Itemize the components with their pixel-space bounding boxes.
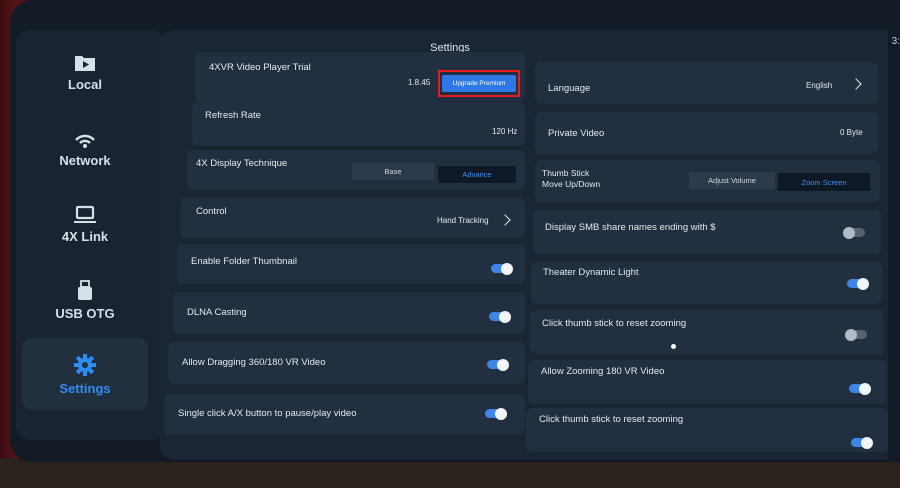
dlna-toggle[interactable] [489, 310, 511, 323]
smb-label: Display SMB share names ending with $ [545, 222, 716, 233]
display-base-option[interactable]: Base [352, 163, 434, 180]
private-video-label: Private Video [548, 128, 605, 139]
theater-light-label: Theater Dynamic Light [543, 267, 639, 278]
sidebar-item-label: 4X Link [61, 228, 109, 244]
clock: 3: [891, 36, 900, 47]
language-label: Language [548, 83, 591, 94]
refresh-rate-value: 120 Hz [492, 127, 518, 136]
sidebar-item-label: USB OTG [55, 305, 115, 321]
thumb-stick-sublabel: Move Up/Down [542, 179, 601, 189]
zoom-180-label: Allow Zooming 180 VR Video [541, 366, 665, 377]
sidebar: Local Network 4X Link USB OTG Settings [16, 30, 166, 440]
thumb-stick-label: Thumb Stick [542, 168, 590, 178]
laptop-icon [74, 205, 96, 223]
gear-icon [74, 353, 96, 376]
sidebar-item-label: Local [68, 76, 102, 92]
highlight-box [438, 70, 520, 97]
pointer-cursor [671, 344, 676, 349]
reset-zoom-label: Click thumb stick to reset zooming [542, 318, 687, 329]
sidebar-item-usb-otg[interactable]: USB OTG [22, 264, 148, 336]
private-video-value: 0 Byte [840, 128, 863, 137]
trial-label: 4XVR Video Player Trial [209, 62, 311, 73]
theater-light-toggle[interactable] [847, 277, 869, 290]
version-number: 1.8.45 [408, 78, 431, 87]
sidebar-item-4x-link[interactable]: 4X Link [22, 188, 148, 260]
usb-drive-icon [78, 279, 92, 300]
folder-thumbnail-label: Enable Folder Thumbnail [191, 256, 297, 267]
zoom-screen-option[interactable]: Zoom Screen [778, 173, 870, 191]
dragging-toggle[interactable] [487, 358, 509, 371]
adjust-volume-option[interactable]: Adjust Volume [689, 172, 775, 189]
smb-toggle[interactable] [843, 226, 865, 239]
sidebar-item-settings[interactable]: Settings [22, 338, 148, 410]
reset-zoom-card [530, 310, 884, 354]
sidebar-item-label: Network [59, 152, 111, 168]
video-folder-icon [75, 55, 95, 71]
reset-zoom-2-toggle[interactable] [851, 436, 873, 449]
reset-zoom-2-label: Click thumb stick to reset zooming [539, 414, 684, 425]
refresh-rate-card [192, 102, 525, 146]
single-click-label: Single click A/X button to pause/play vi… [178, 408, 357, 419]
sidebar-item-network[interactable]: Network [22, 112, 148, 184]
single-click-toggle[interactable] [485, 407, 507, 420]
dlna-label: DLNA Casting [187, 307, 247, 318]
display-advance-option[interactable]: Advance [438, 166, 516, 183]
display-technique-label: 4X Display Technique [196, 158, 288, 169]
control-label: Control [196, 206, 227, 217]
dragging-label: Allow Dragging 360/180 VR Video [182, 357, 326, 368]
control-value: Hand Tracking [437, 216, 489, 225]
refresh-rate-label: Refresh Rate [205, 110, 261, 121]
language-value: English [806, 81, 833, 90]
folder-thumbnail-toggle[interactable] [491, 262, 513, 275]
sidebar-item-label: Settings [59, 380, 111, 396]
reset-zoom-toggle[interactable] [845, 328, 867, 341]
zoom-180-toggle[interactable] [849, 382, 871, 395]
wifi-icon [75, 134, 95, 148]
floor-backdrop [0, 458, 900, 488]
